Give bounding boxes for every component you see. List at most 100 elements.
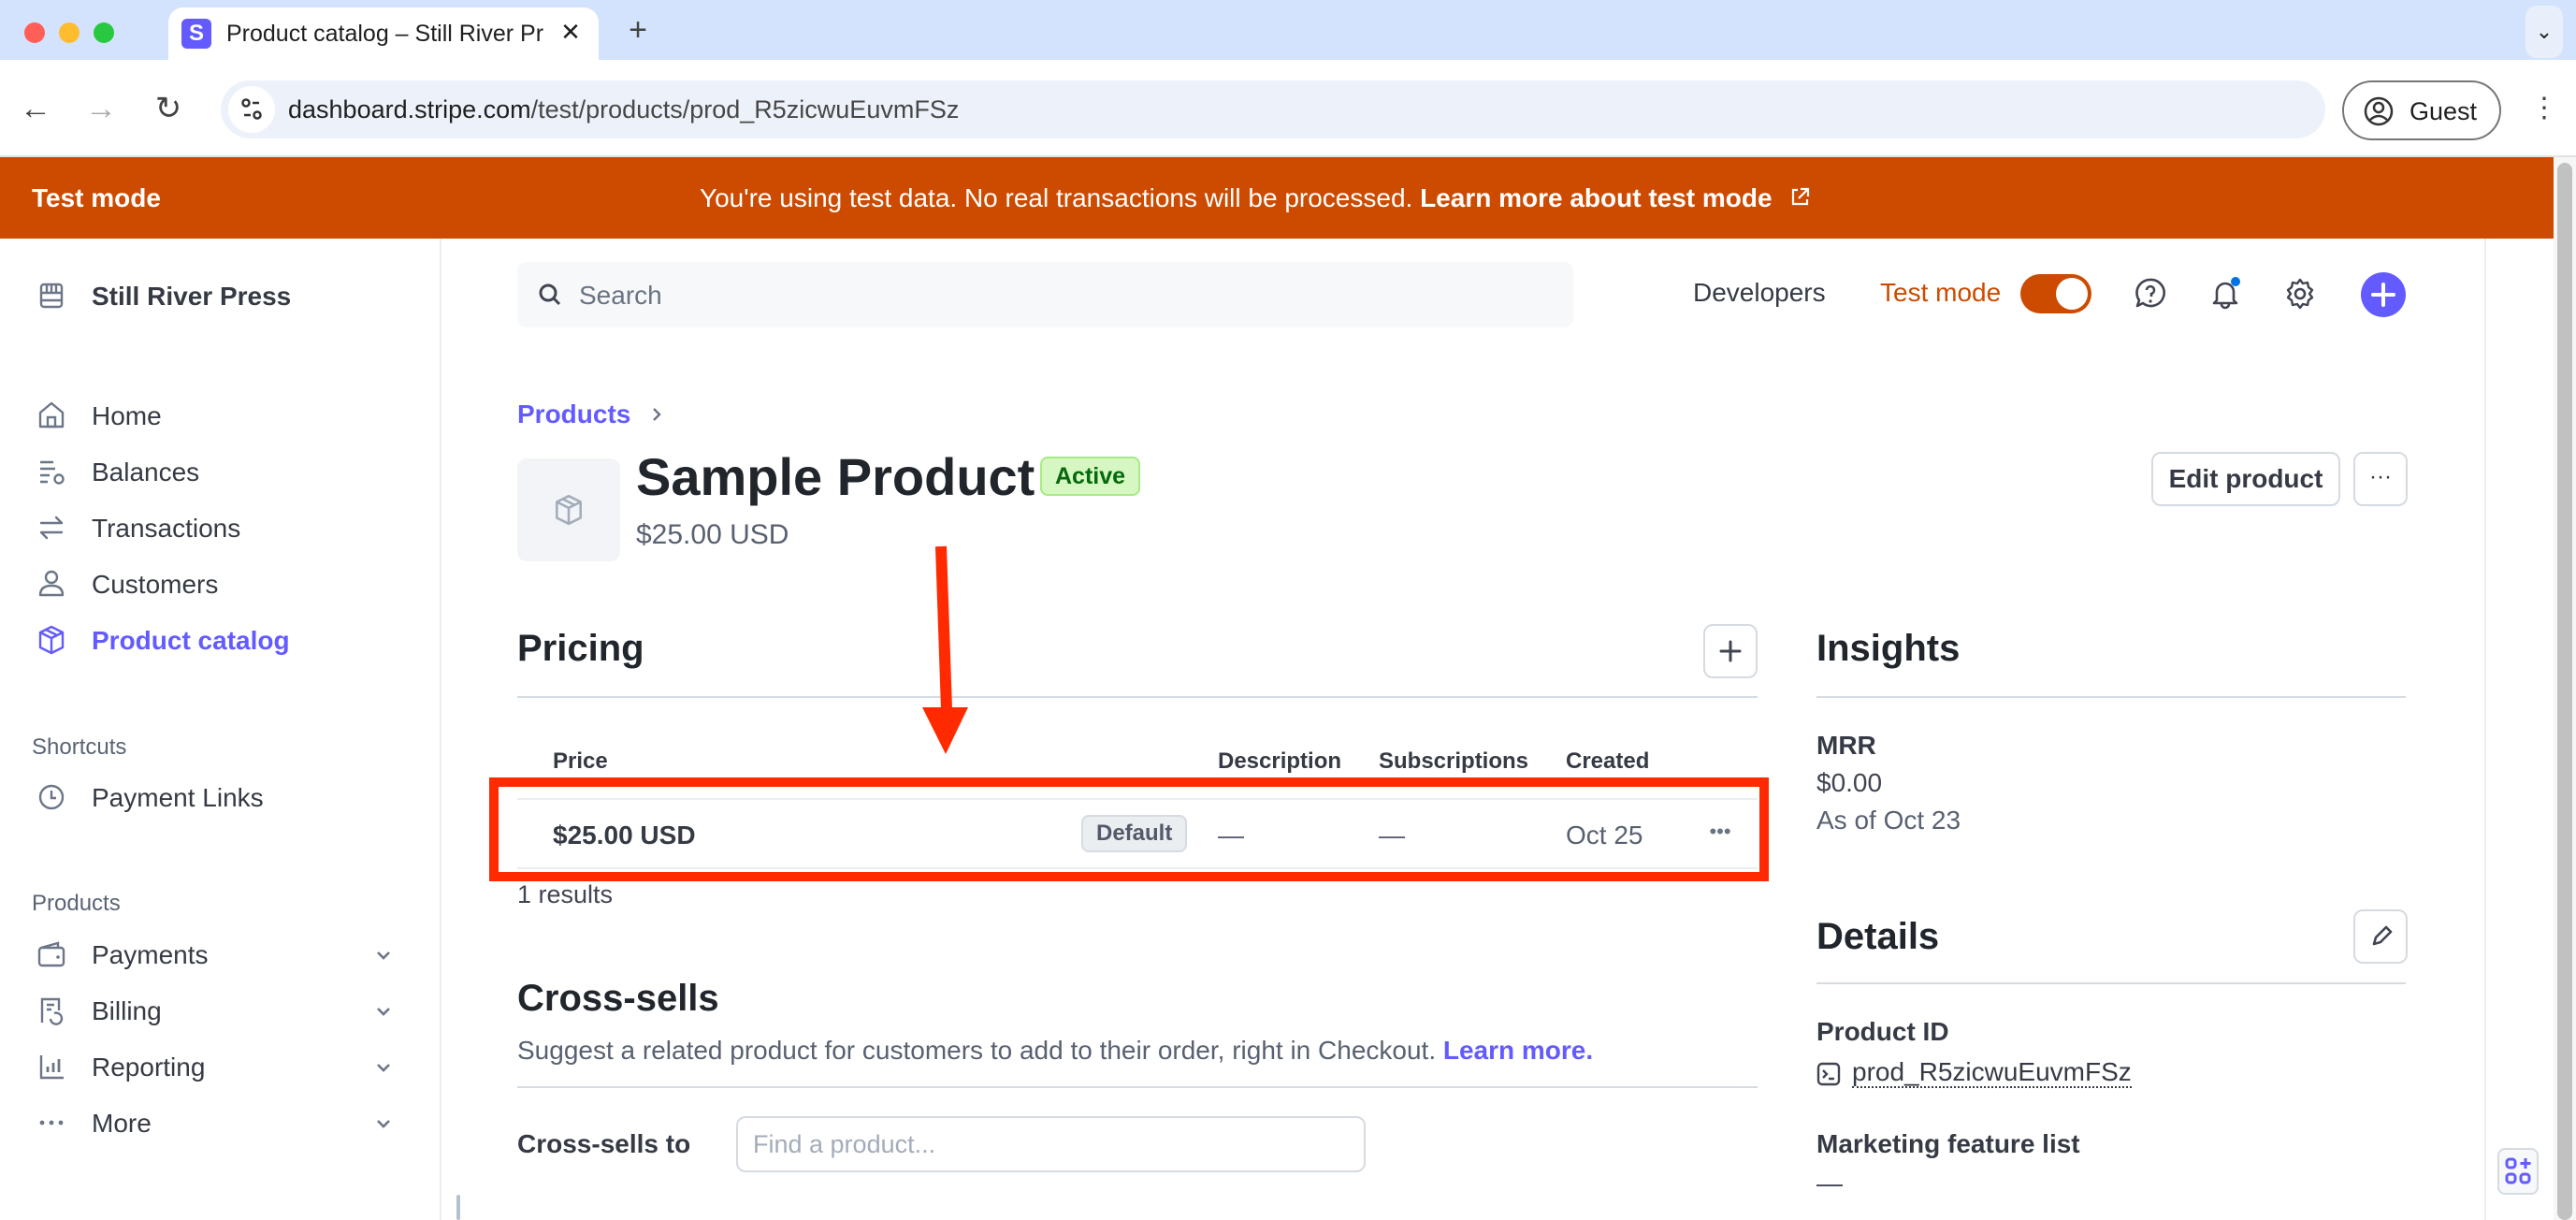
window-maximize-button[interactable]: [94, 22, 114, 43]
external-link-icon: [1792, 187, 1810, 206]
pricing-heading: Pricing: [517, 628, 644, 669]
stripe-favicon-icon: S: [181, 19, 211, 49]
breadcrumb-products[interactable]: Products: [517, 399, 630, 429]
tab-search-button[interactable]: ⌄: [2525, 6, 2563, 58]
sidebar-item-label: Payments: [92, 940, 209, 969]
find-product-input[interactable]: [736, 1116, 1366, 1172]
search-input[interactable]: Search: [517, 262, 1573, 327]
sidebar-item-label: Balances: [92, 458, 200, 487]
browser-toolbar: ← → ↻ dashboard.stripe.com/test/products…: [0, 60, 2576, 157]
chevron-right-icon: [653, 408, 661, 421]
profile-button[interactable]: Guest: [2342, 80, 2501, 140]
apps-button[interactable]: [2497, 1148, 2539, 1195]
sidebar-item-transactions[interactable]: Transactions: [32, 504, 406, 551]
url-path: /test/products/prod_R5zicwuEuvmFSz: [530, 95, 960, 123]
tab-title: Product catalog – Still River Press: [226, 21, 544, 47]
apps-icon: [2505, 1157, 2531, 1184]
more-dots-icon: [39, 1120, 64, 1126]
chevron-down-icon[interactable]: [372, 1000, 395, 1023]
banner-learn-more-link[interactable]: Learn more about test mode: [1420, 183, 1773, 212]
notification-bell-icon[interactable]: [2207, 276, 2243, 312]
mrr-value: $0.00: [1816, 768, 1883, 797]
window-close-button[interactable]: [24, 22, 45, 43]
product-price: $25.00 USD: [636, 519, 789, 550]
pencil-icon: [2372, 925, 2393, 946]
resize-handle[interactable]: [456, 1195, 460, 1220]
sidebar-item-billing[interactable]: Billing: [32, 987, 406, 1034]
sidebar-item-label: Reporting: [92, 1053, 206, 1082]
app-panel-divider: [2484, 239, 2486, 1220]
more-actions-button[interactable]: ···: [2353, 452, 2408, 506]
plus-icon: [1719, 640, 1742, 662]
mrr-label: MRR: [1816, 731, 1876, 760]
address-bar[interactable]: dashboard.stripe.com/test/products/prod_…: [221, 80, 2325, 138]
learn-more-link[interactable]: Learn more.: [1443, 1036, 1593, 1065]
results-count: 1 results: [517, 880, 614, 908]
developers-link[interactable]: Developers: [1693, 278, 1826, 308]
sidebar-item-reporting[interactable]: Reporting: [32, 1043, 406, 1090]
browser-tab[interactable]: S Product catalog – Still River Press ✕: [168, 7, 599, 62]
new-tab-button[interactable]: +: [621, 13, 655, 47]
edit-product-button[interactable]: Edit product: [2151, 452, 2340, 506]
test-mode-toggle[interactable]: [2020, 274, 2091, 313]
cross-sells-text: Suggest a related product for customers …: [517, 1036, 1437, 1065]
browser-menu-icon[interactable]: ⋮: [2525, 88, 2563, 129]
gear-icon[interactable]: [2282, 276, 2318, 312]
terminal-icon[interactable]: [1816, 1062, 1841, 1086]
forward-button[interactable]: →: [80, 88, 122, 129]
site-info-icon[interactable]: [228, 86, 275, 133]
products-heading: Products: [32, 891, 121, 916]
wallet-icon: [37, 941, 65, 967]
marketing-feature-label: Marketing feature list: [1816, 1129, 2080, 1158]
column-header-created: Created: [1566, 748, 1650, 774]
account-switcher[interactable]: Still River Press: [32, 272, 406, 319]
transactions-icon: [39, 516, 64, 540]
sidebar-item-label: More: [92, 1109, 152, 1138]
sidebar-item-payments[interactable]: Payments: [32, 931, 406, 978]
sidebar-item-more[interactable]: More: [32, 1099, 406, 1146]
edit-details-button[interactable]: [2353, 909, 2408, 964]
sidebar-item-label: Home: [92, 401, 162, 430]
pricing-divider: [517, 696, 1758, 698]
chevron-down-icon[interactable]: [372, 944, 395, 966]
chevron-down-icon[interactable]: [372, 1056, 395, 1079]
sidebar-item-balances[interactable]: Balances: [32, 448, 406, 495]
browser-tab-bar: S Product catalog – Still River Press ✕ …: [0, 0, 2576, 62]
sidebar-item-label: Transactions: [92, 514, 241, 543]
reload-button[interactable]: ↻: [148, 88, 189, 129]
chevron-down-icon[interactable]: [372, 1112, 395, 1135]
sidebar-item-label: Billing: [92, 996, 162, 1025]
url-text: dashboard.stripe.com/test/products/prod_…: [288, 95, 959, 124]
store-icon: [39, 283, 64, 309]
details-divider: [1816, 982, 2406, 984]
product-image[interactable]: [517, 458, 620, 561]
column-header-description: Description: [1218, 748, 1342, 774]
create-button[interactable]: [2361, 272, 2406, 317]
sidebar-item-home[interactable]: Home: [32, 392, 406, 439]
sidebar-item-label: Product catalog: [92, 626, 290, 655]
box-icon: [556, 494, 582, 526]
cross-sells-divider: [517, 1086, 1758, 1088]
sidebar-item-payment-links[interactable]: Payment Links: [32, 774, 406, 821]
banner-label: Test mode: [32, 183, 161, 212]
window-minimize-button[interactable]: [59, 22, 80, 43]
tab-close-icon[interactable]: ✕: [556, 17, 586, 47]
page-scrollbar-thumb[interactable]: [2557, 163, 2572, 1220]
home-icon: [38, 401, 65, 428]
back-button[interactable]: ←: [15, 88, 56, 129]
cross-sells-to-label: Cross-sells to: [517, 1129, 691, 1158]
box-icon: [38, 625, 65, 655]
search-placeholder: Search: [579, 281, 662, 310]
insights-divider: [1816, 696, 2406, 698]
sidebar-item-product-catalog[interactable]: Product catalog: [32, 617, 406, 663]
sidebar-item-label: Customers: [92, 570, 219, 599]
banner-text: You're using test data. No real transact…: [700, 183, 1413, 212]
column-header-price: Price: [553, 748, 608, 774]
help-icon[interactable]: [2133, 276, 2168, 312]
add-price-button[interactable]: [1703, 624, 1758, 678]
dashboard: Still River Press Home Balances Transact…: [0, 239, 2554, 1220]
sidebar-item-customers[interactable]: Customers: [32, 560, 406, 607]
product-id-value[interactable]: prod_R5zicwuEuvmFSz: [1852, 1058, 2132, 1088]
details-heading: Details: [1816, 916, 1940, 957]
balances-icon: [40, 460, 65, 485]
